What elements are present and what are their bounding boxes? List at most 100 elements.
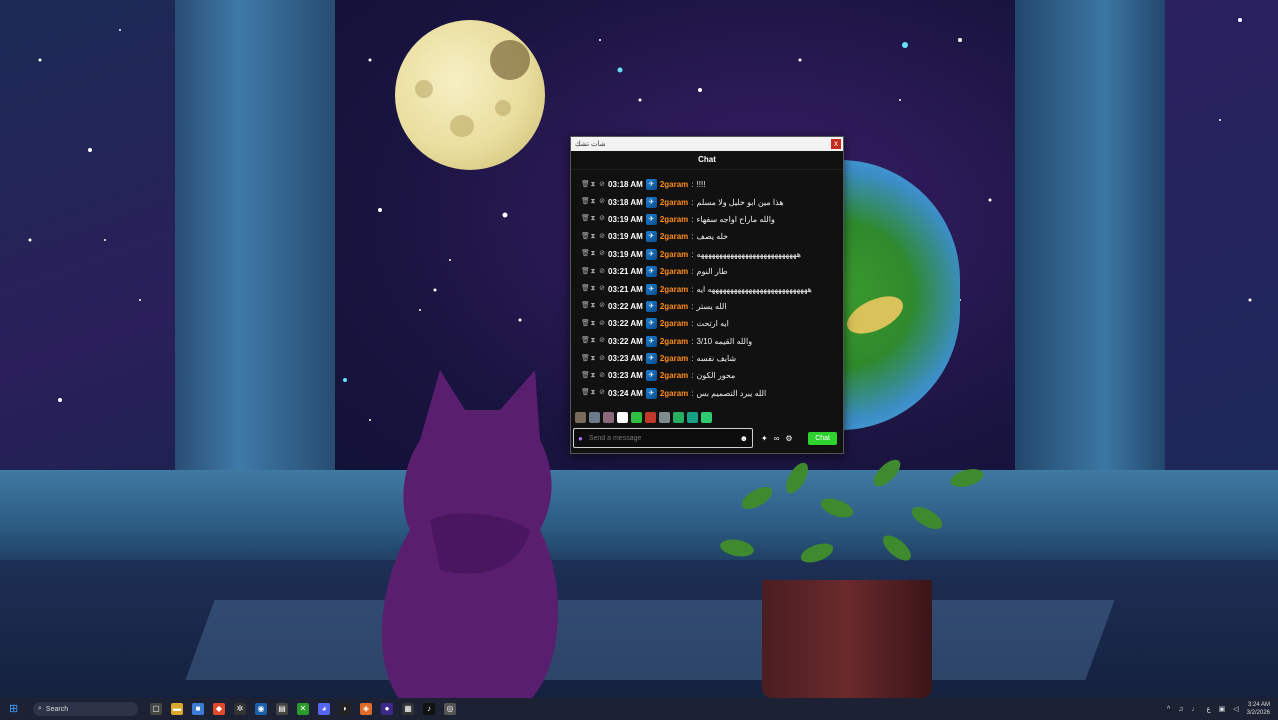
message-username[interactable]: 2garam [660,180,688,189]
emote-icon[interactable] [645,411,656,423]
message-username[interactable]: 2garam [660,389,688,398]
chat-message[interactable]: 🗑 ⧗ ⊘ 03:22 AM ✈ 2garam: ايه ارتحت [571,315,843,332]
message-username[interactable]: 2garam [660,267,688,276]
delete-icon[interactable]: 🗑 [581,233,590,241]
timeout-icon[interactable]: ⧗ [590,198,596,206]
network-icon[interactable]: ▣ [1219,705,1226,713]
taskbar-search[interactable]: ⌕ Search [33,702,138,716]
delete-icon[interactable]: 🗑 [581,250,590,258]
chat-message[interactable]: 🗑 ⧗ ⊘ 03:18 AM ✈ 2garam: هذا مين ابو خليل ولا … [571,193,843,210]
ban-icon[interactable]: ⊘ [599,337,605,345]
message-username[interactable]: 2garam [660,250,688,259]
chat-message-list[interactable]: 🗑 ⧗ ⊘ 03:18 AM ✈ 2garam:!!!! 🗑 ⧗ ⊘ 03:18 AM ✈ 2gara… [571,170,843,410]
language-indicator[interactable]: ع [1206,705,1210,713]
discord-icon[interactable]: ◕ [318,703,330,715]
brave-browser-icon[interactable]: ◆ [213,703,225,715]
delete-icon[interactable]: 🗑 [581,372,590,380]
chat-message[interactable]: 🗑 ⧗ ⊘ 03:23 AM ✈ 2garam: محور الكون [571,367,843,384]
chevron-up-icon[interactable]: ^ [1167,706,1170,713]
delete-icon[interactable]: 🗑 [581,285,590,293]
points-icon[interactable]: ✦ [761,434,768,443]
chat-message-input[interactable] [586,433,736,443]
chat-message[interactable]: 🗑 ⧗ ⊘ 03:18 AM ✈ 2garam:!!!! [571,176,843,193]
chat-message[interactable]: 🗑 ⧗ ⊘ 03:19 AM ✈ 2garam: والله ماراح اواجه سفه… [571,211,843,228]
delete-icon[interactable]: 🗑 [581,355,590,363]
store-icon[interactable]: ■ [192,703,204,715]
emote-icon[interactable] [701,411,712,423]
chat-message[interactable]: 🗑 ⧗ ⊘ 03:23 AM ✈ 2garam: شايف نفسه [571,350,843,367]
headphones-icon[interactable]: ♫ [1178,706,1183,713]
delete-icon[interactable]: 🗑 [581,389,590,397]
timeout-icon[interactable]: ⧗ [590,285,596,293]
message-username[interactable]: 2garam [660,371,688,380]
emoji-icon[interactable]: ☻ [740,434,748,443]
timeout-icon[interactable]: ⧗ [590,250,596,258]
delete-icon[interactable]: 🗑 [581,320,590,328]
mic-icon[interactable]: ● [578,434,583,443]
timeout-icon[interactable]: ⧗ [590,355,596,363]
message-username[interactable]: 2garam [660,337,688,346]
xbox-icon[interactable]: ✕ [297,703,309,715]
emote-icon[interactable] [659,411,670,423]
chat-message[interactable]: 🗑 ⧗ ⊘ 03:24 AM ✈ 2garam: الله يبرد التصميم بس [571,385,843,402]
delete-icon[interactable]: 🗑 [581,215,590,223]
chat-message[interactable]: 🗑 ⧗ ⊘ 03:19 AM ✈ 2garam: ههههههههههههههههههههه… [571,246,843,263]
ban-icon[interactable]: ⊘ [599,181,605,189]
timeout-icon[interactable]: ⧗ [590,302,596,310]
timeout-icon[interactable]: ⧗ [590,181,596,189]
davinci-icon[interactable]: ✲ [234,703,246,715]
timeout-icon[interactable]: ⧗ [590,372,596,380]
emote-icon[interactable] [673,411,684,423]
ban-icon[interactable]: ⊘ [599,355,605,363]
app-icon[interactable]: ◈ [360,703,372,715]
gear-icon[interactable]: ⚙ [785,434,792,443]
obs-icon[interactable]: ● [381,703,393,715]
ban-icon[interactable]: ⊘ [599,302,605,310]
volume-icon[interactable]: ◁ [1233,705,1238,713]
ban-icon[interactable]: ⊘ [599,250,605,258]
delete-icon[interactable]: 🗑 [581,198,590,206]
mic-tray-icon[interactable]: ♩ [1191,706,1198,713]
app-icon[interactable]: ◎ [444,703,456,715]
timeout-icon[interactable]: ⧗ [590,233,596,241]
chat-message[interactable]: 🗑 ⧗ ⊘ 03:21 AM ✈ 2garam: طار النوم [571,263,843,280]
message-username[interactable]: 2garam [660,285,688,294]
ban-icon[interactable]: ⊘ [599,372,605,380]
timeout-icon[interactable]: ⧗ [590,268,596,276]
chat-input-box[interactable]: ● ☻ [573,428,753,448]
ban-icon[interactable]: ⊘ [599,320,605,328]
message-username[interactable]: 2garam [660,302,688,311]
windows-start-icon[interactable]: ⊞ [9,702,23,716]
app-icon[interactable]: ◗ [339,703,351,715]
delete-icon[interactable]: 🗑 [581,268,590,276]
emote-icon[interactable] [575,411,586,423]
chat-message[interactable]: 🗑 ⧗ ⊘ 03:22 AM ✈ 2garam: والله القيمه 3/10 [571,333,843,350]
message-username[interactable]: 2garam [660,319,688,328]
ban-icon[interactable]: ⊘ [599,215,605,223]
close-icon[interactable]: x [831,139,841,149]
chat-message[interactable]: 🗑 ⧗ ⊘ 03:22 AM ✈ 2garam: الله يستر [571,298,843,315]
delete-icon[interactable]: 🗑 [581,181,590,189]
timeout-icon[interactable]: ⧗ [590,320,596,328]
delete-icon[interactable]: 🗑 [581,302,590,310]
timeout-icon[interactable]: ⧗ [590,337,596,345]
send-chat-button[interactable]: Chat [808,431,837,445]
app-icon[interactable]: ▤ [276,703,288,715]
ban-icon[interactable]: ⊘ [599,389,605,397]
ban-icon[interactable]: ⊘ [599,198,605,206]
emote-icon[interactable] [603,411,614,423]
emote-icon[interactable] [687,411,698,423]
task-view-icon[interactable]: ▢ [150,703,162,715]
steam-icon[interactable]: ◉ [255,703,267,715]
emote-icon[interactable] [617,411,628,423]
infinity-icon[interactable]: ∞ [774,434,780,443]
message-username[interactable]: 2garam [660,354,688,363]
emote-icon[interactable] [589,411,600,423]
ban-icon[interactable]: ⊘ [599,268,605,276]
taskbar-clock[interactable]: 3:24 AM 3/2/2026 [1247,701,1270,717]
chat-title-bar[interactable]: شات تشك x [571,137,843,151]
tiktok-icon[interactable]: ♪ [423,703,435,715]
timeout-icon[interactable]: ⧗ [590,389,596,397]
delete-icon[interactable]: 🗑 [581,337,590,345]
message-username[interactable]: 2garam [660,232,688,241]
